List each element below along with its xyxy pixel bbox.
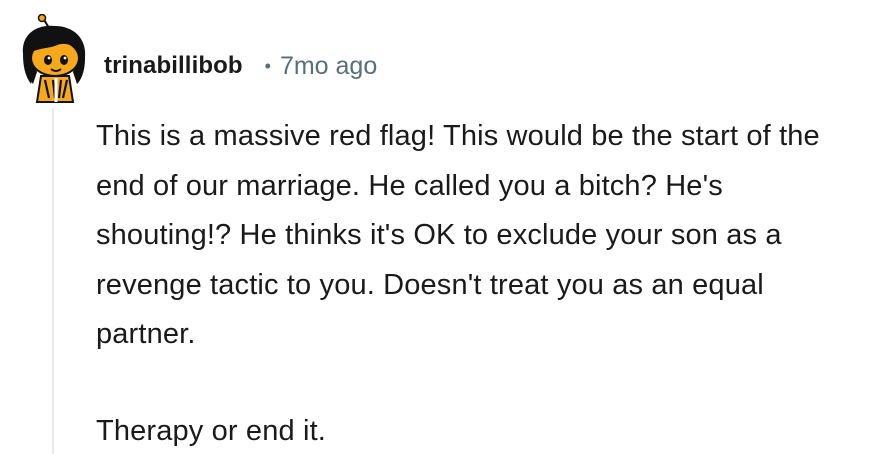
username-link[interactable]: trinabillibob [104,52,243,80]
thread-line[interactable] [52,108,54,454]
timestamp[interactable]: 7mo ago [280,52,377,81]
comment-header: trinabillibob • 7mo ago [104,50,377,82]
comment-body: This is a massive red flag! This would b… [96,112,866,454]
comment-paragraph: Therapy or end it. [96,414,326,447]
snoo-avatar-icon [22,14,86,103]
meta-separator: • [264,55,271,76]
avatar[interactable] [15,14,97,104]
comment-paragraph: This is a massive red flag! This would b… [96,120,820,350]
